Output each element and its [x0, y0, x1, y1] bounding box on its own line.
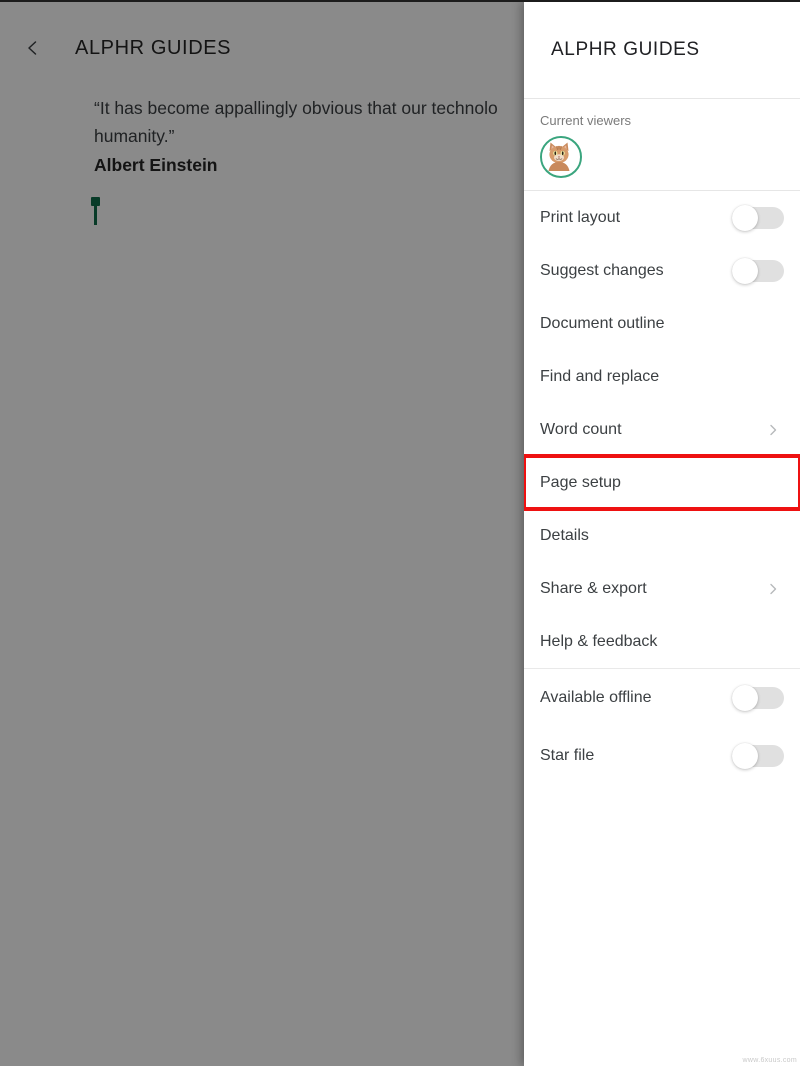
chevron-left-icon [24, 39, 42, 57]
cat-avatar[interactable] [540, 136, 582, 178]
toggle-knob [732, 204, 758, 231]
menu-item-label: Help & feedback [540, 632, 658, 650]
menu-item-label: Page setup [540, 473, 621, 491]
app-screen: ALPHR GUIDES “It has become appallingly … [0, 0, 800, 1066]
chevron-right-icon [766, 423, 780, 437]
menu-group-secondary: Available offline Star file [524, 669, 800, 785]
document-title: ALPHR GUIDES [75, 36, 232, 59]
watermark-text: www.6xuus.com [742, 1057, 797, 1064]
menu-item-label: Suggest changes [540, 261, 664, 279]
current-viewers-row [540, 136, 800, 178]
current-viewers-section: Current viewers [524, 99, 800, 191]
options-menu-panel: ALPHR GUIDES Current viewers Print layou… [524, 2, 800, 1066]
menu-item-label: Word count [540, 420, 622, 438]
menu-item-star-file[interactable]: Star file [524, 727, 800, 785]
menu-item-suggest-changes[interactable]: Suggest changes [524, 244, 800, 297]
menu-item-label: Details [540, 526, 589, 544]
menu-item-help-and-feedback[interactable]: Help & feedback [524, 615, 800, 668]
star-file-toggle[interactable] [732, 743, 784, 769]
menu-header: ALPHR GUIDES [524, 2, 800, 99]
menu-item-label: Available offline [540, 689, 652, 706]
menu-item-print-layout[interactable]: Print layout [524, 191, 800, 244]
print-layout-toggle[interactable] [732, 204, 784, 231]
menu-group-primary: Print layout Suggest changes Document ou… [524, 191, 800, 669]
toggle-knob [732, 685, 758, 711]
menu-item-find-and-replace[interactable]: Find and replace [524, 350, 800, 403]
menu-item-label: Print layout [540, 208, 621, 226]
menu-item-details[interactable]: Details [524, 509, 800, 562]
toggle-knob [732, 257, 758, 284]
menu-item-label: Share & export [540, 579, 647, 597]
menu-item-page-setup[interactable]: Page setup [524, 454, 800, 511]
menu-item-available-offline[interactable]: Available offline [524, 669, 800, 727]
menu-item-label: Find and replace [540, 367, 660, 385]
menu-item-share-and-export[interactable]: Share & export [524, 562, 800, 615]
menu-item-label: Star file [540, 747, 595, 764]
suggest-changes-toggle[interactable] [732, 257, 784, 284]
available-offline-toggle[interactable] [732, 685, 784, 711]
text-cursor-handle[interactable] [91, 197, 100, 225]
menu-title: ALPHR GUIDES [551, 39, 700, 60]
chevron-right-icon [766, 582, 780, 596]
toggle-knob [732, 743, 758, 769]
menu-item-document-outline[interactable]: Document outline [524, 297, 800, 350]
back-button[interactable] [18, 33, 48, 63]
menu-item-label: Document outline [540, 314, 665, 332]
menu-item-word-count[interactable]: Word count [524, 403, 800, 456]
current-viewers-label: Current viewers [540, 113, 632, 128]
